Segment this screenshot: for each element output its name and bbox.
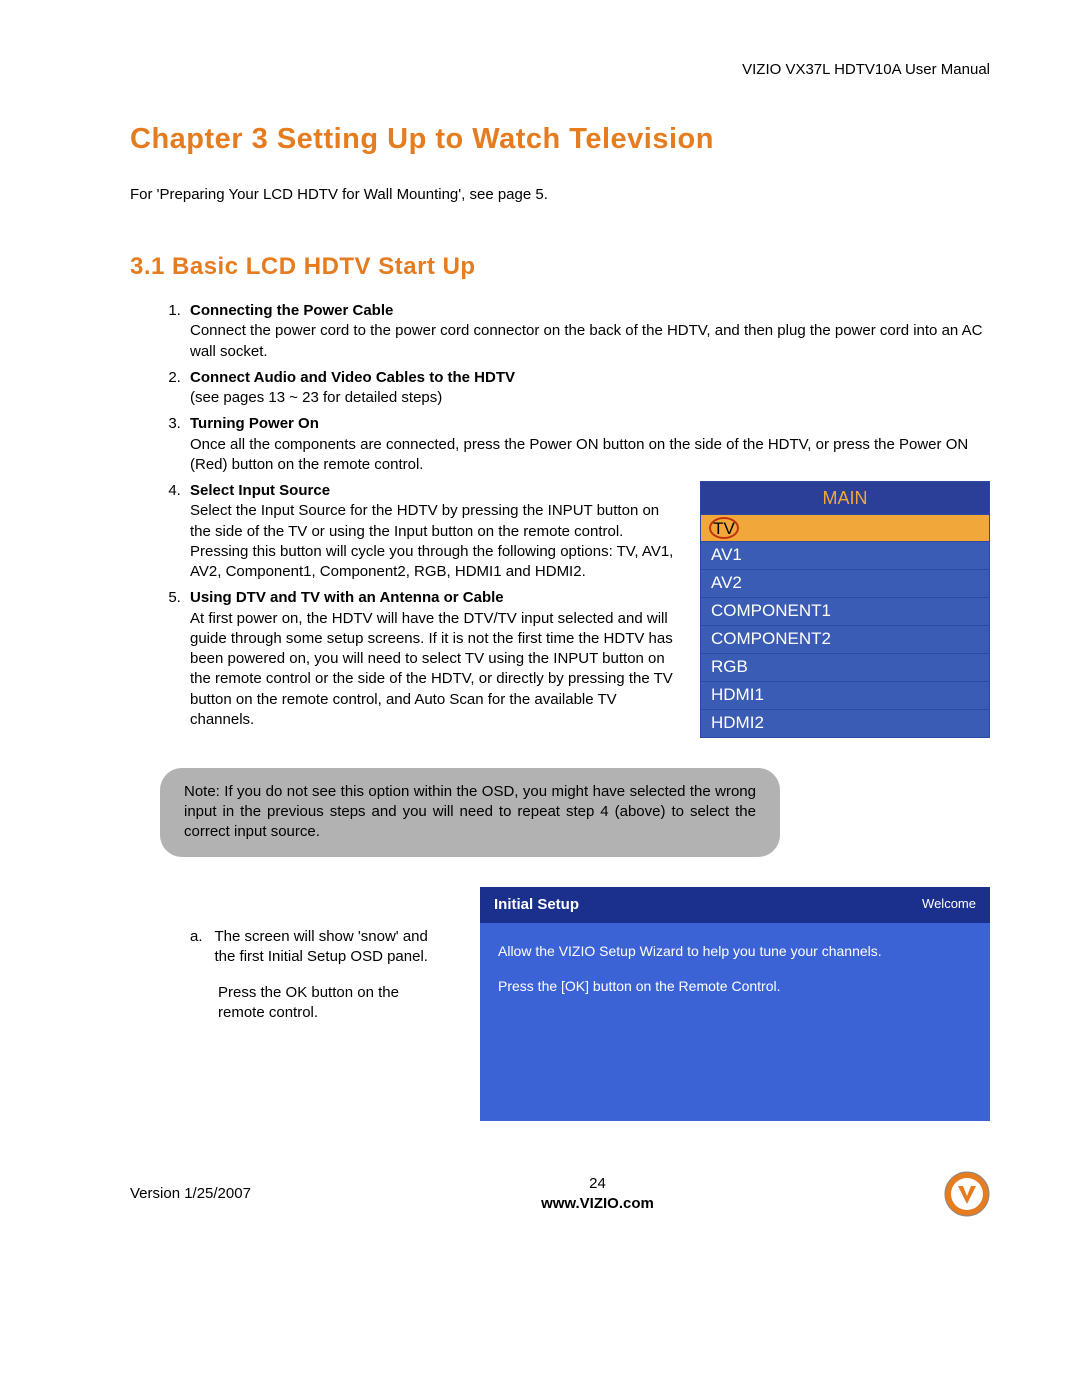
setup-panel-header: Initial Setup Welcome: [480, 887, 990, 923]
step-title: Using DTV and TV with an Antenna or Cabl…: [190, 589, 504, 606]
menu-item: RGB: [701, 653, 989, 681]
steps-list: Connecting the Power Cable Connect the p…: [130, 301, 990, 730]
step-4: MAIN TV AV1 AV2 COMPONENT1 COMPONENT2 RG…: [185, 481, 990, 582]
note-box: Note: If you do not see this option with…: [160, 768, 780, 857]
step-title: Select Input Source: [190, 482, 330, 499]
sub-text-2: Press the OK button on the remote contro…: [190, 983, 430, 1024]
menu-item-selected: TV: [701, 514, 989, 541]
step-body: Connect the power cord to the power cord…: [190, 321, 990, 362]
menu-item: COMPONENT1: [701, 597, 989, 625]
sub-text: The screen will show 'snow' and the firs…: [215, 927, 430, 968]
menu-item: AV2: [701, 569, 989, 597]
page-number: 24: [251, 1174, 944, 1194]
footer-url: www.VIZIO.com: [541, 1195, 654, 1212]
step-title: Connect Audio and Video Cables to the HD…: [190, 369, 515, 386]
steps-area: Connecting the Power Cable Connect the p…: [130, 301, 990, 748]
menu-item: HDMI1: [701, 681, 989, 709]
main-menu: MAIN TV AV1 AV2 COMPONENT1 COMPONENT2 RG…: [700, 481, 990, 738]
setup-panel-line2: Press the [OK] button on the Remote Cont…: [498, 976, 972, 997]
menu-header: MAIN: [701, 482, 989, 514]
setup-instruction: a. The screen will show 'snow' and the f…: [130, 887, 430, 1024]
document-header: VIZIO VX37L HDTV10A User Manual: [130, 60, 990, 80]
step-title: Connecting the Power Cable: [190, 302, 393, 319]
page-footer: Version 1/25/2007 24 www.VIZIO.com: [130, 1171, 990, 1217]
setup-panel-body: Allow the VIZIO Setup Wizard to help you…: [480, 923, 990, 1121]
chapter-title: Chapter 3 Setting Up to Watch Television: [130, 120, 990, 159]
vizio-logo-icon: [944, 1171, 990, 1217]
menu-item: COMPONENT2: [701, 625, 989, 653]
initial-setup-block: a. The screen will show 'snow' and the f…: [130, 887, 990, 1121]
footer-version: Version 1/25/2007: [130, 1184, 251, 1204]
menu-item: AV1: [701, 541, 989, 569]
setup-panel-line1: Allow the VIZIO Setup Wizard to help you…: [498, 941, 972, 962]
step-body: Once all the components are connected, p…: [190, 435, 990, 476]
step-1: Connecting the Power Cable Connect the p…: [185, 301, 990, 362]
step-2: Connect Audio and Video Cables to the HD…: [185, 368, 990, 409]
step-3: Turning Power On Once all the components…: [185, 414, 990, 475]
initial-setup-panel: Initial Setup Welcome Allow the VIZIO Se…: [480, 887, 990, 1121]
section-title: 3.1 Basic LCD HDTV Start Up: [130, 251, 990, 283]
sub-marker: a.: [190, 927, 203, 968]
step-title: Turning Power On: [190, 415, 319, 432]
setup-panel-welcome: Welcome: [922, 895, 976, 915]
setup-panel-title: Initial Setup: [494, 895, 579, 915]
selection-circle-icon: TV: [709, 517, 739, 539]
menu-item: HDMI2: [701, 709, 989, 737]
intro-text: For 'Preparing Your LCD HDTV for Wall Mo…: [130, 185, 990, 205]
step-body: (see pages 13 ~ 23 for detailed steps): [190, 388, 990, 408]
main-menu-figure: MAIN TV AV1 AV2 COMPONENT1 COMPONENT2 RG…: [700, 481, 990, 738]
